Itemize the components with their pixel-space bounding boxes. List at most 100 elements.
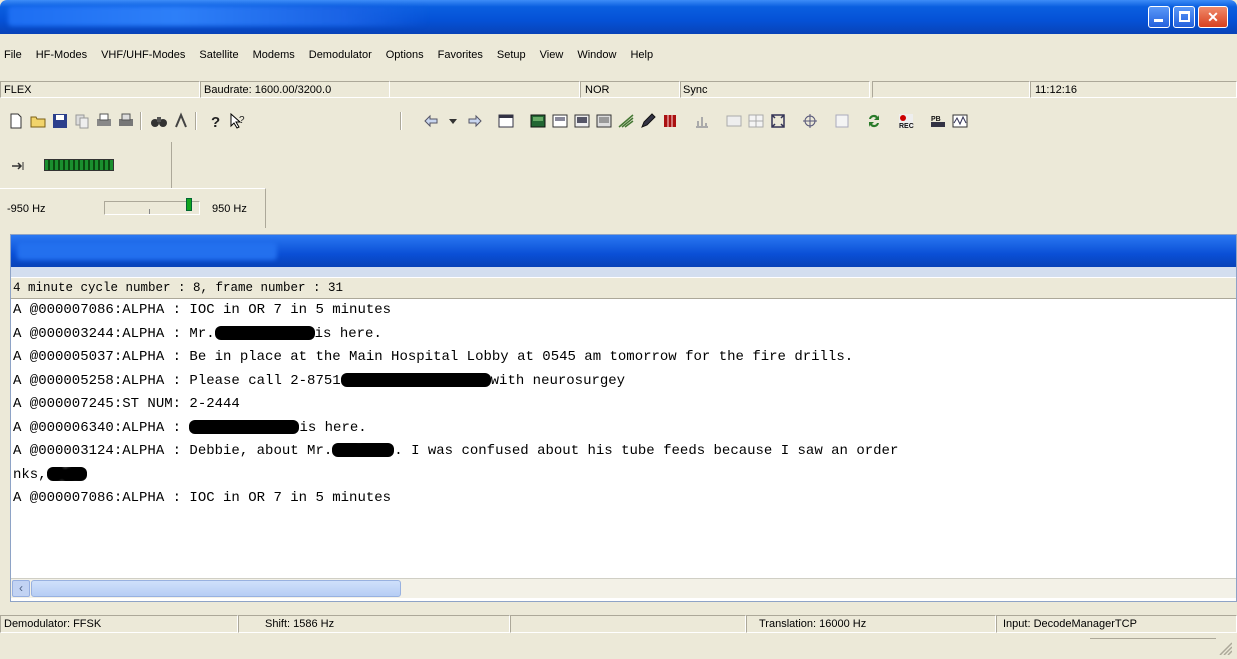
menu-view[interactable]: View [533,45,571,65]
print-preview-icon[interactable] [114,110,138,132]
maximize-icon [1179,11,1190,22]
scope-disabled-icon[interactable] [722,110,746,132]
expand-icon[interactable] [766,110,790,132]
window-list-icon[interactable] [494,110,518,132]
menu-window[interactable]: Window [570,45,623,65]
output-window-frame [11,267,1236,277]
message-line: nks, [11,464,1236,488]
redacted-name [189,419,300,434]
refresh-icon[interactable] [862,110,886,132]
message-line: A @000003244:ALPHA : Mr. is here. [11,323,1236,347]
modem-4-icon[interactable] [592,110,616,132]
status-empty-cell-2 [872,81,1030,98]
open-folder-icon[interactable] [26,110,50,132]
waveform-icon[interactable] [948,110,972,132]
new-file-icon[interactable] [4,110,28,132]
lf-disabled-icon[interactable] [830,110,854,132]
menu-help[interactable]: Help [623,45,660,65]
menu-setup[interactable]: Setup [490,45,533,65]
menu-modems[interactable]: Modems [246,45,302,65]
message-line: A @000003124:ALPHA : Debbie, about Mr. . … [11,440,1236,464]
menu-favorites[interactable]: Favorites [431,45,490,65]
save-icon[interactable] [48,110,72,132]
menu-vhf-uhf-modes[interactable]: VHF/UHF-Modes [94,45,192,65]
message-line: A @000007086:ALPHA : IOC in OR 7 in 5 mi… [11,299,1236,323]
message-text: A @000007086:ALPHA : IOC in OR 7 in 5 mi… [13,302,392,318]
svg-text:?: ? [239,115,245,126]
message-line: A @000005037:ALPHA : Be in place at the … [11,346,1236,370]
minimize-icon [1154,19,1163,22]
output-text-area[interactable]: 4 minute cycle number : 8, frame number … [11,278,1236,578]
message-text: A @000006340:ALPHA : [13,419,190,436]
minimize-button[interactable] [1148,6,1170,28]
redacted-name [332,443,395,458]
menu-hf-modes[interactable]: HF-Modes [29,45,94,65]
print-icon[interactable] [92,110,116,132]
record-icon[interactable]: REC [894,110,918,132]
tuning-slider-thumb[interactable] [186,198,192,211]
status-small-cells [1090,638,1216,656]
table-disabled-icon[interactable] [744,110,768,132]
message-text: A @000007086:ALPHA : IOC in OR 7 in 5 mi… [13,490,392,506]
window-title-bar[interactable]: ✕ [0,0,1237,34]
scroll-left-icon[interactable]: ‹ [12,580,30,597]
horizontal-scrollbar[interactable]: ‹ [11,578,1236,598]
message-text: A @000007245:ST NUM: 2-2444 [13,396,240,412]
chart-disabled-icon[interactable] [690,110,714,132]
tuning-panel: -950 Hz 950 Hz [0,188,266,228]
top-status-row: FLEX Baudrate: 1600.00/3200.0 NOR Sync 1… [0,81,1237,98]
modem-2-icon[interactable] [548,110,572,132]
message-text: A @000005037:ALPHA : Be in place at the … [13,349,854,365]
status-empty-cell [510,615,746,633]
arrow-right-icon[interactable] [463,110,487,132]
menu-satellite[interactable]: Satellite [192,45,245,65]
close-button[interactable]: ✕ [1198,6,1228,28]
copy-icon[interactable] [70,110,94,132]
target-icon[interactable] [798,110,822,132]
demodulator-status: Demodulator: FFSK [0,615,238,633]
find-icon[interactable] [147,110,171,132]
playback-icon[interactable]: PB [926,110,950,132]
message-text-continued: with neurosurgey [490,372,626,389]
resize-grip-icon[interactable] [1218,641,1232,655]
svg-text:?: ? [211,114,220,130]
svg-text:REC: REC [899,123,914,130]
output-window-title-bar[interactable] [11,235,1236,267]
close-icon: ✕ [1207,9,1219,25]
indicator-panel [0,142,172,188]
find-next-icon[interactable] [169,110,193,132]
scroll-thumb[interactable] [31,580,401,597]
message-line: A @000007086:ALPHA : IOC in OR 7 in 5 mi… [11,487,1236,511]
decoder-output-window: 4 minute cycle number : 8, frame number … [10,234,1237,602]
menu-file[interactable]: File [0,45,29,65]
maximize-button[interactable] [1173,6,1195,28]
svg-text:PB: PB [931,116,941,123]
mode-label: FLEX [0,81,200,98]
menu-demodulator[interactable]: Demodulator [302,45,379,65]
message-text: A @000005258:ALPHA : Please call 2-8751 [13,372,341,389]
main-toolbar: ? ? REC PB [0,104,1237,138]
toolbar-separator [400,112,402,130]
message-text: A @000003124:ALPHA : Debbie, about Mr. [13,443,333,459]
help-icon[interactable]: ? [203,110,227,132]
menu-bar: File HF-Modes VHF/UHF-Modes Satellite Mo… [0,45,1237,65]
status-empty-cell [390,81,580,98]
arrow-left-icon[interactable] [419,110,443,132]
redacted-output-title [17,242,277,260]
context-help-icon[interactable]: ? [225,110,249,132]
pin-icon[interactable] [6,155,32,177]
dropdown-arrow-icon[interactable] [441,110,465,132]
menu-options[interactable]: Options [379,45,431,65]
grid-red-icon[interactable] [658,110,682,132]
translation-status: Translation: 16000 Hz [746,615,996,633]
modem-3-icon[interactable] [570,110,594,132]
tuning-min-label: -950 Hz [7,203,46,215]
modem-1-icon[interactable] [526,110,550,132]
baudrate-label: Baudrate: 1600.00/3200.0 [200,81,390,98]
clock-label: 11:12:16 [1030,81,1237,98]
signal-icon[interactable] [614,110,638,132]
sync-label: Sync [680,81,870,98]
pen-icon[interactable] [636,110,660,132]
message-line: A @000007245:ST NUM: 2-2444 [11,393,1236,417]
signal-level-meter [44,159,114,171]
